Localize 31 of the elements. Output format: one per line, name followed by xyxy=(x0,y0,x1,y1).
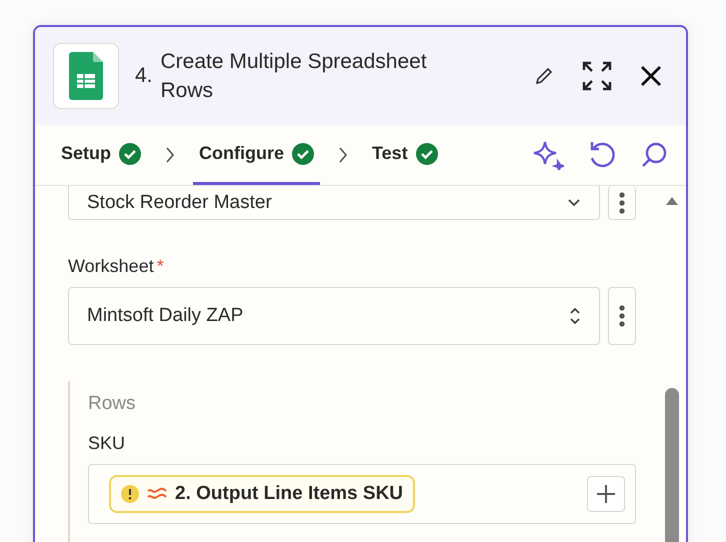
step-tab[interactable]: Setup xyxy=(55,125,148,185)
field-label: SKU xyxy=(88,433,126,454)
options-button[interactable] xyxy=(608,287,636,345)
check-circle-icon xyxy=(416,142,438,164)
spreadsheet-icon xyxy=(69,52,103,100)
field-label: Worksheet * xyxy=(68,256,165,277)
options-button[interactable] xyxy=(608,186,636,220)
more-icon xyxy=(619,192,625,214)
wave-icon xyxy=(147,487,167,501)
dropdown-field[interactable]: Mintsoft Daily ZAP xyxy=(68,287,600,345)
sort-icon xyxy=(569,306,581,326)
section-title: Rows xyxy=(88,393,137,415)
step-tab[interactable]: Test xyxy=(366,125,444,185)
check-circle-icon xyxy=(292,142,314,164)
required-mark: * xyxy=(156,256,164,277)
data-token[interactable]: 2. Output Line Items SKU xyxy=(109,475,416,513)
field-value: Mintsoft Daily ZAP xyxy=(87,305,244,327)
scrollbar-thumb[interactable] xyxy=(665,388,679,542)
step-title: Create Multiple Spreadsheet Rows xyxy=(160,49,428,104)
more-icon xyxy=(619,305,625,327)
chevron-down-icon xyxy=(567,198,581,208)
add-button[interactable] xyxy=(587,476,625,512)
chevron-icon xyxy=(338,146,348,164)
input-field[interactable]: 2. Output Line Items SKU xyxy=(88,464,636,524)
chevron-icon xyxy=(165,146,176,164)
scroll-up-icon[interactable] xyxy=(665,196,679,206)
plus-icon xyxy=(596,484,616,504)
check-circle-icon xyxy=(119,142,142,164)
dropdown-field[interactable]: Stock Reorder Master xyxy=(68,186,600,220)
field-value: Stock Reorder Master xyxy=(87,192,272,214)
step-number: 4. xyxy=(135,64,153,88)
